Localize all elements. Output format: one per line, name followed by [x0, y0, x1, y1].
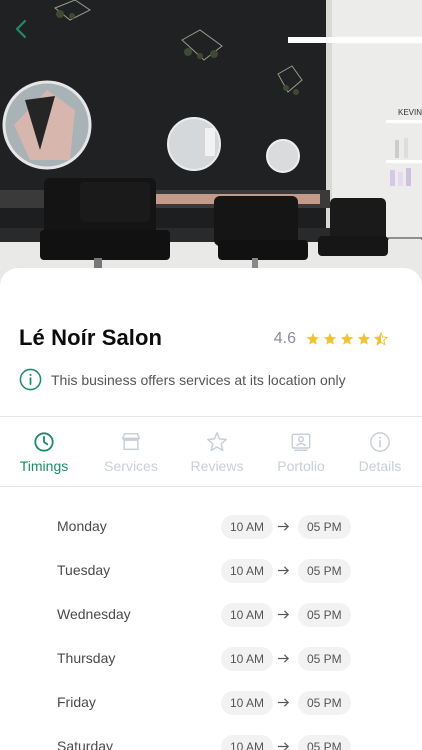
back-arrow-icon[interactable]	[12, 16, 34, 42]
close-time: 05 PM	[298, 647, 351, 671]
timing-row: Saturday 10 AM 05 PM	[0, 732, 422, 750]
arrow-right-icon	[277, 610, 289, 619]
salon-name: Lé Noír Salon	[19, 325, 163, 350]
tab-label: Details	[358, 458, 402, 474]
day-label: Monday	[57, 518, 107, 534]
close-time: 05 PM	[298, 735, 351, 750]
star-full-icon	[306, 332, 320, 345]
timing-row: Monday 10 AM 05 PM	[0, 512, 422, 542]
day-label: Friday	[57, 694, 96, 710]
timing-row: Wednesday 10 AM 05 PM	[0, 600, 422, 630]
tab-label: Reviews	[190, 458, 244, 474]
star-rating	[306, 332, 388, 346]
arrow-right-icon	[277, 698, 289, 707]
rating-value: 4.6	[273, 330, 296, 347]
rating-summary: 4.6	[274, 330, 388, 348]
tab-label: Services	[104, 458, 158, 474]
arrow-right-icon	[277, 522, 289, 531]
tab-details[interactable]: Details	[340, 417, 420, 485]
divider	[0, 486, 422, 487]
open-time: 10 AM	[221, 515, 274, 539]
close-time: 05 PM	[298, 515, 351, 539]
portfolio-icon	[291, 433, 311, 451]
storefront-icon	[122, 433, 140, 451]
open-time: 10 AM	[221, 735, 274, 750]
location-notice-text: This business offers services at its loc…	[51, 371, 346, 388]
info-circle-icon	[19, 368, 42, 391]
day-label: Thursday	[57, 650, 116, 666]
salon-cover-photo: KEVIN KEVIN	[0, 0, 422, 290]
tab-label: Portolio	[277, 458, 325, 474]
location-notice: This business offers services at its loc…	[19, 368, 346, 391]
clock-icon	[34, 432, 54, 452]
day-label: Tuesday	[57, 562, 111, 578]
close-time: 05 PM	[298, 559, 351, 583]
star-full-icon	[340, 332, 354, 345]
tab-portfolio[interactable]: Portolio	[261, 417, 341, 485]
open-time: 10 AM	[221, 603, 274, 627]
star-outline-icon	[207, 432, 227, 452]
arrow-right-icon	[277, 654, 289, 663]
day-label: Wednesday	[57, 606, 131, 622]
tab-label: Timings	[19, 458, 69, 474]
arrow-right-icon	[277, 566, 289, 575]
tab-services[interactable]: Services	[91, 417, 171, 485]
timing-row: Thursday 10 AM 05 PM	[0, 644, 422, 674]
info-icon	[370, 432, 390, 452]
tab-timings[interactable]: Timings	[4, 417, 84, 485]
arrow-right-icon	[277, 742, 289, 750]
wall-sign-top: KEVIN	[398, 108, 422, 117]
timing-row: Friday 10 AM 05 PM	[0, 688, 422, 718]
star-full-icon	[323, 332, 337, 345]
timing-row: Tuesday 10 AM 05 PM	[0, 556, 422, 586]
star-full-icon	[357, 332, 371, 345]
tab-reviews[interactable]: Reviews	[177, 417, 257, 485]
day-label: Saturday	[57, 738, 114, 750]
open-time: 10 AM	[221, 691, 274, 715]
open-time: 10 AM	[221, 647, 274, 671]
open-time: 10 AM	[221, 559, 274, 583]
tab-bar: Timings Services Reviews Portolio Detail…	[0, 417, 422, 485]
close-time: 05 PM	[298, 603, 351, 627]
close-time: 05 PM	[298, 691, 351, 715]
star-half-icon	[374, 332, 388, 346]
